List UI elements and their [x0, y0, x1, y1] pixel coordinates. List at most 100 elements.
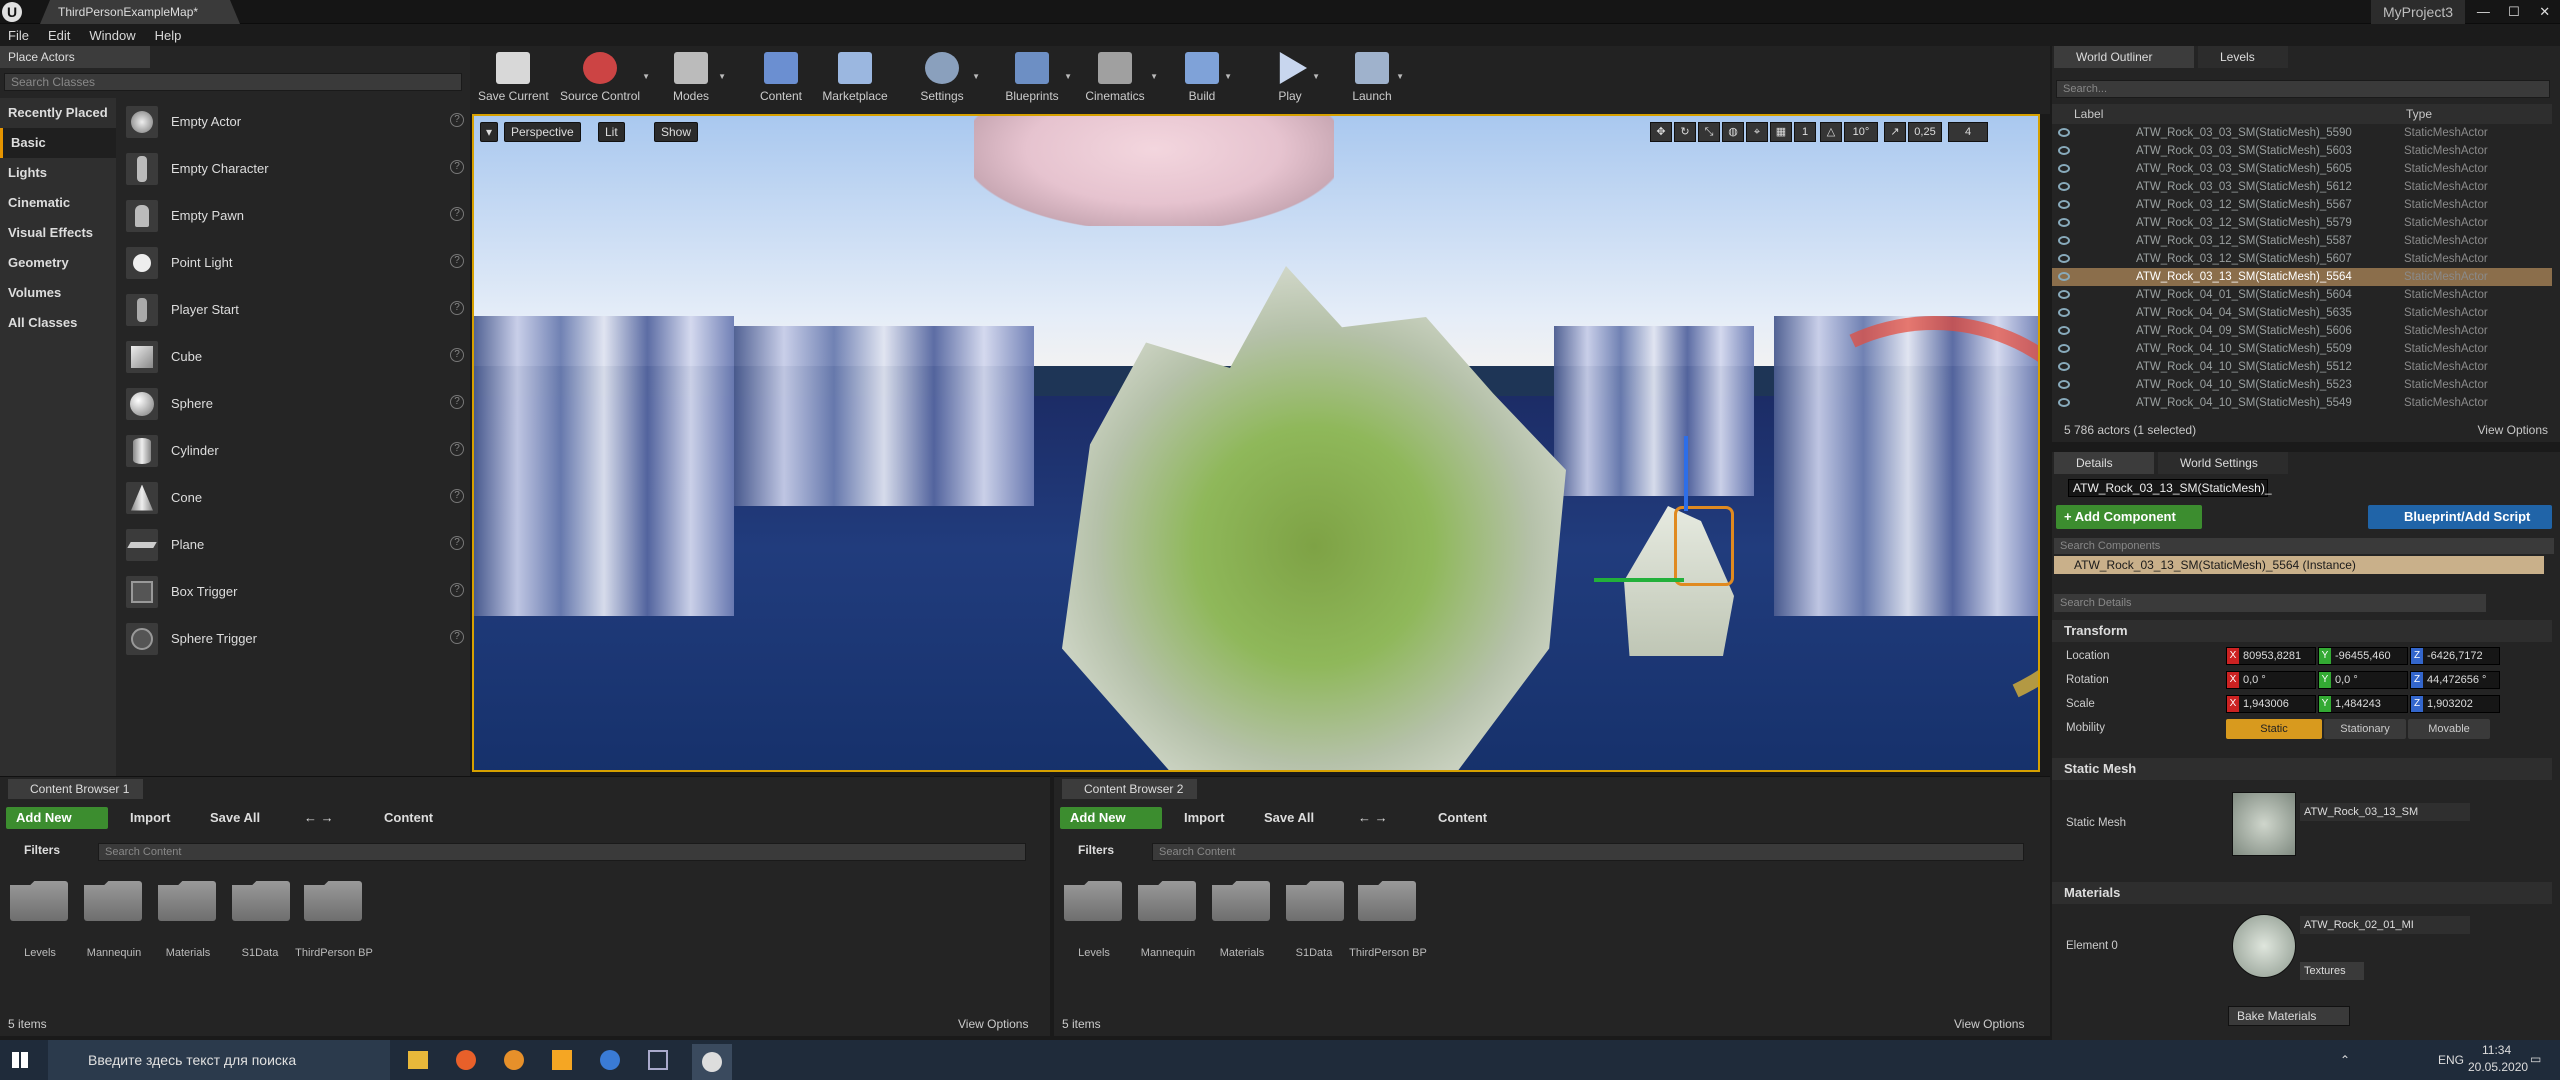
- source-control-button[interactable]: Source Control ▼: [560, 52, 650, 110]
- grid-size-button[interactable]: 1: [1794, 122, 1816, 142]
- taskbar-search-input[interactable]: Введите здесь текст для поиска: [48, 1040, 390, 1080]
- network-tool-icon[interactable]: [648, 1050, 668, 1070]
- actor-name-field[interactable]: ATW_Rock_03_13_SM(StaticMesh)_: [2068, 479, 2272, 497]
- scale-y[interactable]: Y 1,484243: [2318, 695, 2408, 713]
- location-z[interactable]: Z -6426,7172: [2410, 647, 2500, 665]
- tab-world-settings[interactable]: World Settings: [2158, 452, 2288, 474]
- mobility-static[interactable]: Static: [2226, 719, 2322, 739]
- marketplace-button[interactable]: Marketplace: [818, 52, 892, 110]
- visibility-eye-icon[interactable]: [2058, 164, 2070, 173]
- grid-snap-icon[interactable]: ▦: [1770, 122, 1792, 142]
- visibility-eye-icon[interactable]: [2058, 254, 2070, 263]
- folder-levels[interactable]: [8, 881, 70, 933]
- folder-materials[interactable]: [1210, 881, 1272, 933]
- rotation-snap-value[interactable]: 10°: [1844, 122, 1878, 142]
- column-label[interactable]: Label: [2074, 104, 2103, 124]
- folder-mannequin[interactable]: [1136, 881, 1198, 933]
- search-classes-input[interactable]: Search Classes: [4, 73, 462, 91]
- folder-thirdperson-bp[interactable]: [1356, 881, 1418, 933]
- transform-gizmo-z-axis[interactable]: [1684, 436, 1688, 511]
- menu-edit[interactable]: Edit: [48, 28, 70, 43]
- history-arrows-icon[interactable]: ← →: [1358, 807, 1388, 829]
- content-browser-1-tab[interactable]: Content Browser 1: [8, 779, 144, 799]
- actor-point-light[interactable]: Point Light?: [118, 239, 468, 286]
- help-icon[interactable]: ?: [450, 160, 464, 174]
- play-button[interactable]: Play ▼: [1270, 52, 1320, 110]
- add-new-button[interactable]: Add New: [1060, 807, 1162, 829]
- settings-button[interactable]: Settings ▼: [914, 52, 980, 110]
- actor-player-start[interactable]: Player Start?: [118, 286, 468, 333]
- outliner-row[interactable]: ATW_Rock_04_04_SM(StaticMesh)_5635 Static…: [2052, 304, 2552, 322]
- search-content-input[interactable]: Search Content: [1152, 843, 2024, 861]
- textures-dropdown[interactable]: Textures: [2300, 962, 2364, 980]
- rotation-x[interactable]: X 0,0 °: [2226, 671, 2316, 689]
- surface-snap-icon[interactable]: ⌖: [1746, 122, 1768, 142]
- visibility-eye-icon[interactable]: [2058, 344, 2070, 353]
- folder-s1data[interactable]: [230, 881, 292, 933]
- material-dropdown[interactable]: ATW_Rock_02_01_MI: [2300, 916, 2470, 934]
- chevron-down-icon[interactable]: ▼: [972, 72, 980, 81]
- materials-section[interactable]: Materials: [2052, 882, 2552, 904]
- actor-sphere[interactable]: Sphere?: [118, 380, 468, 427]
- tab-world-outliner[interactable]: World Outliner: [2054, 46, 2194, 68]
- world-local-icon[interactable]: ◍: [1722, 122, 1744, 142]
- help-icon[interactable]: ?: [450, 583, 464, 597]
- notifications-icon[interactable]: ▭: [2530, 1052, 2541, 1066]
- visibility-eye-icon[interactable]: [2058, 182, 2070, 191]
- chrome-icon[interactable]: [600, 1050, 620, 1070]
- chevron-down-icon[interactable]: ▼: [1064, 72, 1072, 81]
- folder-s1data[interactable]: [1284, 881, 1346, 933]
- help-icon[interactable]: ?: [450, 207, 464, 221]
- mobility-stationary[interactable]: Stationary: [2324, 719, 2406, 739]
- tray-chevron-icon[interactable]: ⌃: [2340, 1053, 2350, 1067]
- outliner-row[interactable]: ATW_Rock_04_10_SM(StaticMesh)_5523 Static…: [2052, 376, 2552, 394]
- save-current-button[interactable]: Save Current: [478, 52, 549, 110]
- level-viewport[interactable]: ▾ Perspective Lit Show ✥ ↻ ⤡ ◍ ⌖ ▦ 1 △ 1…: [472, 114, 2040, 772]
- static-mesh-thumbnail[interactable]: [2232, 792, 2296, 856]
- scale-snap-value[interactable]: 0,25: [1908, 122, 1942, 142]
- category-recently-placed[interactable]: Recently Placed: [0, 98, 116, 128]
- import-button[interactable]: Import: [1184, 807, 1224, 829]
- file-explorer-icon[interactable]: [408, 1051, 428, 1069]
- path-content[interactable]: Content: [1438, 807, 1487, 829]
- folder-thirdperson-bp[interactable]: [302, 881, 364, 933]
- actor-box-trigger[interactable]: Box Trigger?: [118, 568, 468, 615]
- content-browser-2-tab[interactable]: Content Browser 2: [1062, 779, 1198, 799]
- history-arrows-icon[interactable]: ← →: [304, 807, 334, 829]
- filters-button[interactable]: Filters: [1078, 839, 1114, 861]
- outliner-row[interactable]: ATW_Rock_03_03_SM(StaticMesh)_5605 Static…: [2052, 160, 2552, 178]
- chevron-down-icon[interactable]: ▼: [1396, 72, 1404, 81]
- folder-materials[interactable]: [156, 881, 218, 933]
- material-thumbnail[interactable]: [2232, 914, 2296, 978]
- category-lights[interactable]: Lights: [0, 158, 116, 188]
- scale-label[interactable]: Scale: [2066, 698, 2095, 710]
- browser-icon[interactable]: [504, 1050, 524, 1070]
- close-button[interactable]: ✕: [2529, 0, 2560, 24]
- category-all-classes[interactable]: All Classes: [0, 308, 116, 338]
- visibility-eye-icon[interactable]: [2058, 326, 2070, 335]
- outliner-row[interactable]: ATW_Rock_03_12_SM(StaticMesh)_5587 Static…: [2052, 232, 2552, 250]
- menu-file[interactable]: File: [8, 28, 29, 43]
- rotation-label[interactable]: Rotation: [2066, 674, 2109, 686]
- visibility-eye-icon[interactable]: [2058, 218, 2070, 227]
- outliner-row[interactable]: ATW_Rock_03_12_SM(StaticMesh)_5567 Static…: [2052, 196, 2552, 214]
- help-icon[interactable]: ?: [450, 301, 464, 315]
- windows-start-icon[interactable]: [12, 1052, 28, 1068]
- static-mesh-dropdown[interactable]: ATW_Rock_03_13_SM: [2300, 803, 2470, 821]
- category-geometry[interactable]: Geometry: [0, 248, 116, 278]
- outliner-row[interactable]: ATW_Rock_04_01_SM(StaticMesh)_5604 Static…: [2052, 286, 2552, 304]
- mobility-movable[interactable]: Movable: [2408, 719, 2490, 739]
- menu-help[interactable]: Help: [155, 28, 182, 43]
- modes-button[interactable]: Modes ▼: [666, 52, 726, 110]
- rotation-z[interactable]: Z 44,472656 °: [2410, 671, 2500, 689]
- level-tab[interactable]: ThirdPersonExampleMap*: [40, 0, 240, 24]
- visibility-eye-icon[interactable]: [2058, 146, 2070, 155]
- actor-empty-pawn[interactable]: Empty Pawn?: [118, 192, 468, 239]
- chevron-down-icon[interactable]: ▼: [642, 72, 650, 81]
- outliner-row[interactable]: ATW_Rock_03_13_SM(StaticMesh)_5564 Static…: [2052, 268, 2552, 286]
- view-options-button[interactable]: View Options: [958, 1017, 1028, 1031]
- help-icon[interactable]: ?: [450, 254, 464, 268]
- add-new-button[interactable]: Add New: [6, 807, 108, 829]
- category-visual-effects[interactable]: Visual Effects: [0, 218, 116, 248]
- bake-materials-button[interactable]: Bake Materials: [2228, 1006, 2350, 1026]
